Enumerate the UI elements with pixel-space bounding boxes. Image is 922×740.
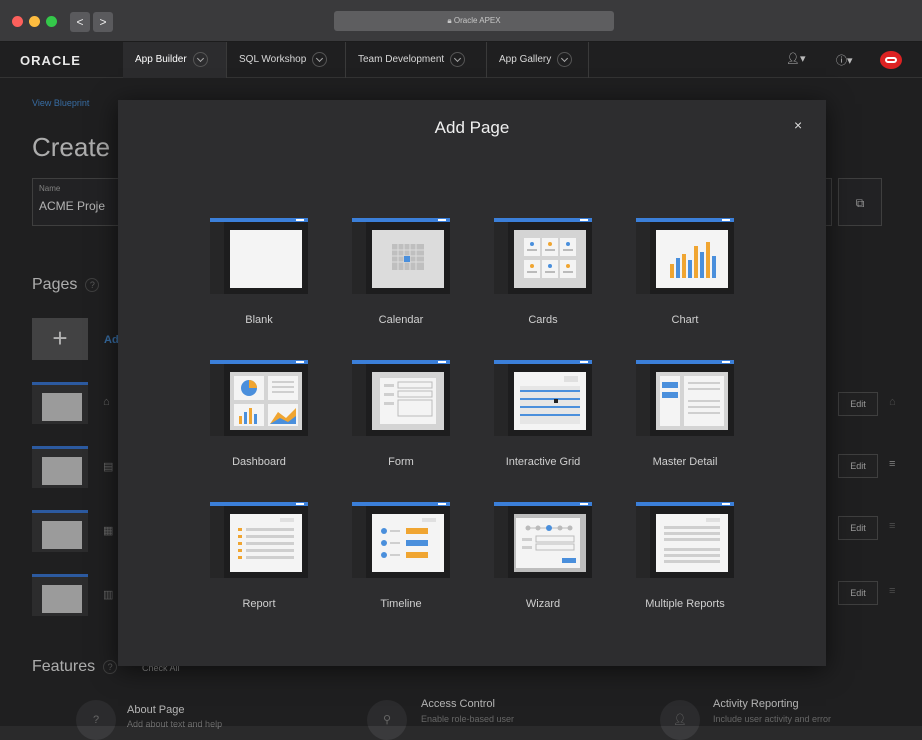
tile-label: Report xyxy=(242,598,276,610)
cards-thumbnail-icon xyxy=(494,218,592,294)
tile-label: Cards xyxy=(528,314,558,326)
forward-button[interactable]: > xyxy=(93,12,113,32)
tile-label: Chart xyxy=(671,314,699,326)
tile-label: Form xyxy=(388,456,414,468)
tab-label: SQL Workshop xyxy=(239,54,307,65)
master-detail-thumbnail-icon xyxy=(636,360,734,436)
blank-thumbnail-icon xyxy=(210,218,308,294)
oracle-logo[interactable]: ORACLE xyxy=(20,53,81,68)
tab-label: Team Development xyxy=(358,54,445,65)
tile-label: Dashboard xyxy=(232,456,286,468)
minimize-window-button[interactable] xyxy=(29,16,40,27)
add-page-dialog: Add Page × Blank Calendar Cards Chart Da… xyxy=(118,100,826,666)
apex-navbar: ORACLE App Builder SQL Workshop Team Dev… xyxy=(0,42,922,78)
browser-title-bar: < > 🔒︎ Oracle APEX xyxy=(0,0,922,42)
close-icon[interactable]: × xyxy=(794,117,802,133)
dialog-title: Add Page xyxy=(434,118,510,137)
user-icon[interactable]: 👤︎▾ xyxy=(786,52,806,65)
tab-label: App Builder xyxy=(135,54,187,65)
tab-label: App Gallery xyxy=(499,54,552,65)
tab-app-gallery[interactable]: App Gallery xyxy=(487,42,589,78)
tile-label: Interactive Grid xyxy=(505,456,581,468)
form-thumbnail-icon xyxy=(352,360,450,436)
back-button[interactable]: < xyxy=(70,12,90,32)
chart-thumbnail-icon xyxy=(636,218,734,294)
tile-label: Multiple Reports xyxy=(645,598,725,610)
tab-app-builder[interactable]: App Builder xyxy=(123,42,227,78)
tile-label: Wizard xyxy=(525,598,561,610)
tile-label: Calendar xyxy=(378,314,424,326)
chevron-down-icon[interactable] xyxy=(312,51,328,67)
tile-label: Timeline xyxy=(380,598,422,610)
chevron-down-icon[interactable] xyxy=(450,51,466,67)
oracle-account-icon[interactable] xyxy=(880,51,902,69)
dashboard-thumbnail-icon xyxy=(210,360,308,436)
multiple-reports-thumbnail-icon xyxy=(636,502,734,578)
chevron-down-icon[interactable] xyxy=(557,51,573,67)
chevron-down-icon[interactable] xyxy=(192,51,208,67)
interactive-grid-thumbnail-icon xyxy=(494,360,592,436)
report-thumbnail-icon xyxy=(210,502,308,578)
address-bar[interactable]: 🔒︎ Oracle APEX xyxy=(334,11,614,31)
tile-label: Master Detail xyxy=(652,456,718,468)
calendar-thumbnail-icon xyxy=(352,218,450,294)
maximize-window-button[interactable] xyxy=(46,16,57,27)
help-icon[interactable]: ⓘ▾ xyxy=(836,52,853,68)
timeline-thumbnail-icon xyxy=(352,502,450,578)
tab-sql-workshop[interactable]: SQL Workshop xyxy=(227,42,346,78)
close-window-button[interactable] xyxy=(12,16,23,27)
tab-team-development[interactable]: Team Development xyxy=(346,42,487,78)
wizard-thumbnail-icon xyxy=(494,502,592,578)
tile-label: Blank xyxy=(245,314,273,326)
address-text: Oracle APEX xyxy=(453,16,501,25)
